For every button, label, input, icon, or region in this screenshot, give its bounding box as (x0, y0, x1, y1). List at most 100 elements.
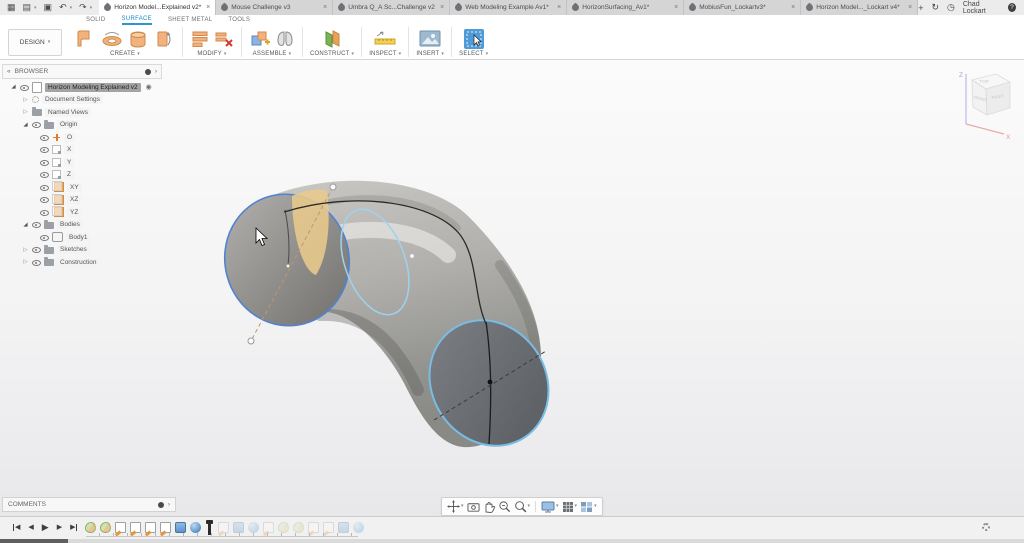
timeline-settings-gear-icon[interactable] (982, 523, 990, 531)
assemble-dropdown[interactable]: ASSEMBLE▾ (253, 51, 292, 57)
revolve-icon[interactable] (101, 28, 123, 50)
viewport-canvas[interactable]: Z X TOP FRONT RIGHT « BROWSER › (0, 60, 1024, 517)
tree-item-axis-x[interactable]: X (2, 144, 162, 157)
modify-dropdown[interactable]: MODIFY▾ (197, 51, 226, 57)
activate-component-icon[interactable]: ◉ (146, 83, 152, 91)
suppressed-feature-icon[interactable] (278, 521, 290, 533)
patch-icon[interactable] (75, 28, 97, 50)
tree-item-origin-point[interactable]: O (2, 131, 162, 144)
visibility-eye-icon[interactable] (40, 183, 49, 192)
tree-item-body1[interactable]: Body1 (2, 231, 162, 244)
tab-sheet-metal[interactable]: SHEET METAL (168, 17, 212, 24)
help-icon[interactable]: ? (1008, 3, 1016, 12)
tab-close-icon[interactable]: × (440, 4, 444, 11)
tree-item-document-settings[interactable]: Document Settings (2, 94, 162, 107)
display-settings-dot-icon[interactable] (145, 69, 151, 75)
tree-item-origin[interactable]: Origin (2, 119, 162, 132)
document-tab[interactable]: Horizon Model..._Lockart v4* × (801, 0, 918, 15)
redo-icon[interactable]: ↷ (79, 3, 87, 12)
zoom-icon[interactable]: ▾ (514, 500, 531, 513)
tab-surface[interactable]: SURFACE (122, 16, 152, 25)
display-settings-icon[interactable]: ▾ (541, 501, 559, 513)
insert-image-icon[interactable] (418, 28, 442, 50)
visibility-eye-icon[interactable] (32, 258, 41, 267)
workspace-selector[interactable]: DESIGN ▾ (8, 29, 62, 56)
visibility-eye-icon[interactable] (40, 208, 49, 217)
construct-dropdown[interactable]: CONSTRUCT▾ (310, 51, 354, 57)
user-name[interactable]: Chad Lockart (963, 1, 1000, 15)
insert-dropdown[interactable]: INSERT▾ (416, 51, 444, 57)
suppressed-feature-icon[interactable] (248, 522, 259, 533)
sphere-feature-icon[interactable] (190, 522, 201, 533)
select-dropdown[interactable]: SELECT▾ (459, 51, 488, 57)
document-tab[interactable]: Mouse Challenge v3 × (216, 0, 333, 15)
visibility-eye-icon[interactable] (40, 145, 49, 154)
visibility-eye-icon[interactable] (32, 220, 41, 229)
form-feature-icon[interactable] (175, 522, 186, 533)
tab-close-icon[interactable]: × (557, 4, 561, 11)
extend-icon[interactable] (153, 28, 175, 50)
vertex-point[interactable] (286, 264, 290, 268)
zoom-window-icon[interactable] (498, 500, 511, 513)
pan-icon[interactable] (483, 500, 495, 513)
undo-caret-icon[interactable]: ▾ (70, 5, 73, 11)
orbit-icon[interactable]: ▾ (447, 500, 464, 513)
suppressed-feature-icon[interactable] (233, 522, 244, 533)
sketch-feature-icon[interactable] (145, 522, 156, 533)
save-icon[interactable]: ▣ (44, 3, 53, 12)
data-panel-icon[interactable]: ▦ (7, 3, 16, 12)
tree-item-sketches[interactable]: Sketches (2, 244, 162, 257)
collapse-panel-icon[interactable]: « (7, 68, 11, 75)
construction-endpoint[interactable] (330, 184, 336, 190)
document-tab-active[interactable]: Horizon Model...Explained v2* × (99, 0, 216, 15)
look-at-icon[interactable] (467, 501, 480, 513)
collapse-arrow-icon[interactable] (22, 109, 29, 115)
joint-icon[interactable] (275, 28, 295, 50)
create-dropdown[interactable]: CREATE▾ (110, 51, 140, 57)
collapse-arrow-icon[interactable] (22, 97, 29, 103)
collapse-arrow-icon[interactable] (22, 259, 29, 265)
undo-icon[interactable]: ↶ (59, 3, 67, 12)
file-menu-icon[interactable]: ▤ (23, 3, 32, 12)
suppressed-feature-icon[interactable] (218, 522, 229, 533)
suppressed-feature-icon[interactable] (263, 522, 274, 533)
tab-tools[interactable]: TOOLS (228, 17, 250, 24)
tree-item-axis-y[interactable]: Y (2, 156, 162, 169)
document-tab[interactable]: HorizonSurfacing_Av1* × (567, 0, 684, 15)
loft-feature-icon[interactable] (100, 521, 112, 533)
tree-item-bodies[interactable]: Bodies (2, 219, 162, 232)
tree-item-plane-xz[interactable]: XZ (2, 194, 162, 207)
step-back-icon[interactable]: ◀ (28, 524, 33, 531)
tab-close-icon[interactable]: × (791, 4, 795, 11)
visibility-eye-icon[interactable] (40, 133, 49, 142)
collapse-arrow-icon[interactable] (22, 247, 29, 253)
go-to-end-icon[interactable]: ▶ (70, 524, 77, 531)
visibility-eye-icon[interactable] (40, 158, 49, 167)
document-tab[interactable]: Umbra Q_A Sc...Challenge v2 × (333, 0, 450, 15)
redo-caret-icon[interactable]: ▾ (90, 5, 93, 11)
tab-close-icon[interactable]: × (674, 4, 678, 11)
visibility-eye-icon[interactable] (20, 83, 29, 92)
sync-status-icon[interactable]: ↻ (931, 2, 939, 13)
loft-feature-icon[interactable] (85, 521, 97, 533)
tree-item-named-views[interactable]: Named Views (2, 106, 162, 119)
new-tab-icon[interactable]: + (918, 3, 923, 13)
sketch-feature-icon[interactable] (160, 522, 171, 533)
select-icon[interactable] (463, 28, 485, 50)
tree-item-construction[interactable]: Construction (2, 256, 162, 269)
suppressed-feature-icon[interactable] (353, 522, 364, 533)
timeline-scrollbar[interactable] (0, 539, 1024, 543)
expand-arrow-icon[interactable] (10, 84, 17, 90)
expand-arrow-icon[interactable] (22, 122, 29, 128)
inspect-dropdown[interactable]: INSPECT▾ (369, 51, 401, 57)
visibility-eye-icon[interactable] (40, 170, 49, 179)
go-to-start-icon[interactable]: ◀ (13, 524, 20, 531)
vertex-point[interactable] (410, 254, 415, 259)
sketch-feature-icon[interactable] (130, 522, 141, 533)
viewports-icon[interactable]: ▾ (580, 501, 597, 513)
play-icon[interactable]: ▶ (42, 523, 49, 532)
visibility-eye-icon[interactable] (32, 120, 41, 129)
new-component-icon[interactable] (249, 28, 271, 50)
construction-endpoint[interactable] (248, 338, 254, 344)
tab-close-icon[interactable]: × (206, 4, 210, 11)
